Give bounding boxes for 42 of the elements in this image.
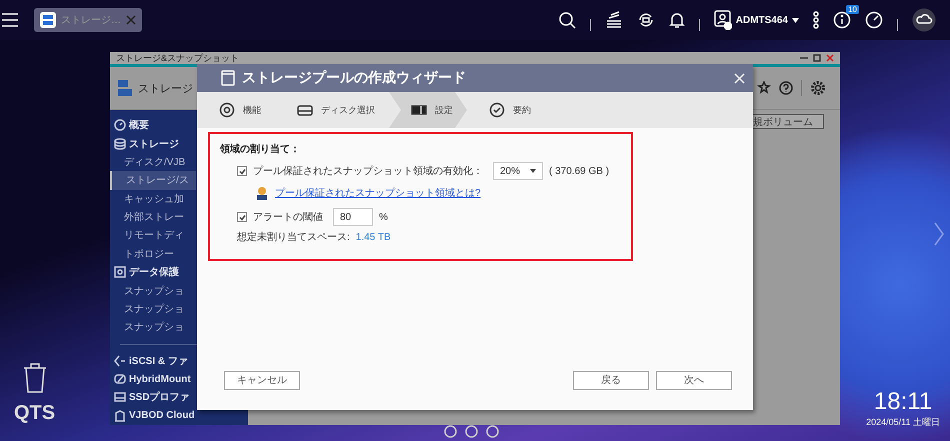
unit-label: % [379, 212, 388, 222]
dialog-title: ストレージプールの作成ウィザード [242, 69, 467, 87]
sidebar-section[interactable]: HybridMount [110, 370, 196, 388]
clock-date: 2024/05/11 土曜日 [866, 416, 940, 429]
sidebar-item[interactable]: スナップショ [110, 300, 196, 318]
next-button[interactable]: 次へ [656, 370, 732, 390]
help-link[interactable]: プール保証されたスナップショット領域とは? [275, 186, 481, 200]
sidebar-section[interactable]: データ保護 [110, 263, 196, 282]
back-button[interactable]: 戻る [573, 370, 649, 390]
sidebar-item[interactable]: ストレージ/ス [110, 171, 196, 190]
new-volume-button[interactable]: 規ボリューム [750, 114, 824, 129]
sidebar-section[interactable]: 概要 [110, 116, 196, 134]
sidebar-item[interactable]: トポロジー [110, 244, 196, 263]
notification-badge: 10 [846, 5, 859, 14]
wizard-step[interactable]: 設定 [389, 92, 467, 128]
window-title: ストレージ&スナップショット [116, 52, 240, 64]
sidebar-section[interactable]: ストレージ [110, 134, 196, 153]
sidebar-item[interactable]: リモートディ [110, 226, 196, 245]
sidebar-section[interactable]: SSDプロファ [110, 388, 196, 407]
app-header: ストレージ [138, 82, 193, 96]
sidebar-item[interactable]: 外部ストレー [110, 208, 196, 226]
estimate-value: 1.45 TB [356, 232, 391, 242]
sidebar-item[interactable]: ディスク/VJB [110, 152, 196, 172]
capacity-text: ( 370.69 GB ) [549, 166, 610, 176]
percentage-dropdown[interactable]: 20% [493, 162, 543, 180]
wizard-step[interactable]: 機能 [197, 92, 275, 128]
section-title: 領域の割り当て： [220, 142, 301, 156]
sidebar-item[interactable]: スナップショ [110, 318, 196, 336]
clock-time: 18:11 [874, 388, 932, 416]
wizard-step[interactable]: ディスク選択 [275, 92, 389, 128]
cancel-button[interactable]: キャンセル [224, 370, 300, 390]
wizard-step[interactable]: 要約 [467, 92, 545, 128]
qts-logo: QTS [14, 402, 56, 425]
sidebar-section[interactable]: iSCSI & ファ [110, 351, 196, 370]
sidebar-section[interactable]: VJBOD Cloud [110, 406, 196, 425]
sidebar-item[interactable]: スナップショ [110, 281, 196, 300]
user-menu[interactable]: ADMTS464 [714, 10, 799, 30]
checkbox-label: プール保証されたスナップショット領域の有効化： [253, 164, 483, 178]
checkbox-label: アラートの閾値 [253, 211, 323, 224]
threshold-field[interactable]: 80 [333, 208, 373, 226]
sidebar-item[interactable]: キャッシュ加 [110, 190, 196, 208]
estimate-label: 想定未割り当てスペース: [237, 230, 350, 244]
